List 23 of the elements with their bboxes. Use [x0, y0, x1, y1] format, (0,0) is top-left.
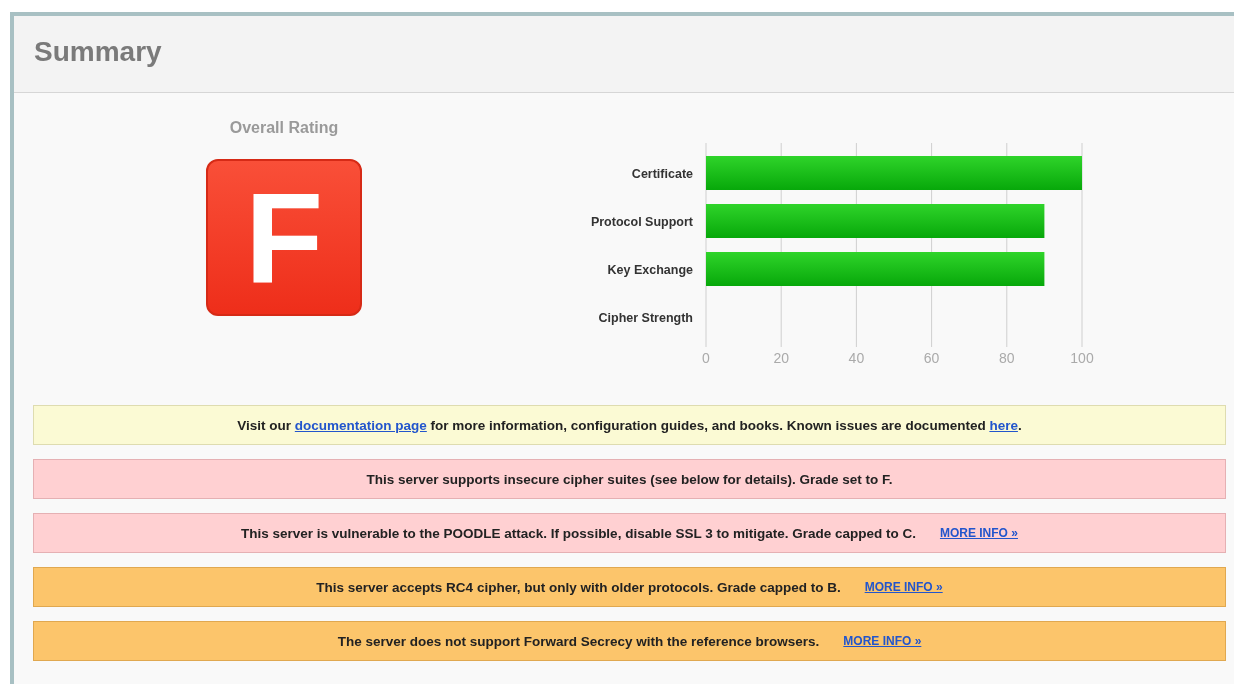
text-link[interactable]: documentation page [294, 417, 427, 433]
notice-text: Visit our documentation page for more information, configuration guides, and books. Known issues are documented here. [237, 417, 1022, 433]
notice-text: The server does not support Forward Secrecy with the reference browsers. [337, 633, 820, 649]
section-title: Summary [34, 36, 162, 68]
axis-tick-label: 20 [773, 350, 789, 366]
category-label: Protocol Support [590, 215, 693, 229]
notice-text: This server accepts RC4 cipher, but only with older protocols. Grade capped to B. [316, 579, 841, 595]
category-label: Cipher Strength [598, 311, 693, 325]
axis-tick-label: 40 [848, 350, 865, 366]
grade-badge: F [206, 159, 362, 316]
rating-label: Overall Rating [229, 119, 339, 137]
category-label: Key Exchange [607, 263, 693, 277]
axis-tick-label: 100 [1070, 350, 1094, 366]
axis-tick-label: 0 [702, 350, 710, 366]
category-label: Certificate [631, 167, 693, 181]
axis-tick-label: 80 [999, 350, 1015, 366]
more-info-link[interactable]: MORE INFO » [864, 580, 943, 594]
axis-tick-label: 60 [923, 350, 940, 366]
notice-text: This server supports insecure cipher suites (see below for details). Grade set to F. [366, 471, 893, 487]
text-link[interactable]: here [989, 417, 1018, 433]
notice-text: This server is vulnerable to the POODLE attack. If possible, disable SSL 3 to mitigate. Grade capped to C. [241, 525, 916, 541]
more-info-link[interactable]: MORE INFO » [843, 634, 922, 648]
more-info-link[interactable]: MORE INFO » [939, 526, 1018, 540]
